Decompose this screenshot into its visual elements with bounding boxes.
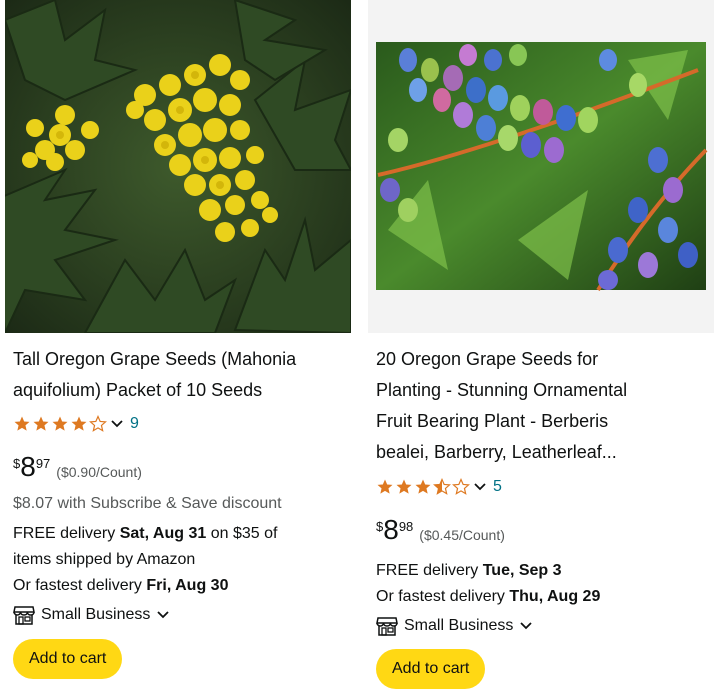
chevron-down-icon[interactable] — [473, 480, 487, 494]
star-empty-icon — [89, 415, 107, 432]
price-currency: $ — [376, 519, 384, 534]
unit-price: ($0.45/Count) — [419, 527, 505, 543]
delivery-line: FREE delivery Sat, Aug 31 on $35 of — [13, 522, 277, 546]
price-fraction: 97 — [35, 456, 51, 471]
delivery-line: items shipped by Amazon — [13, 548, 195, 572]
small-business-badge[interactable]: Small Business — [376, 616, 533, 636]
chevron-down-icon[interactable] — [519, 619, 533, 633]
title-line[interactable]: bealei, Barberry, Leatherleaf... — [376, 437, 706, 468]
rating-row[interactable]: 9 — [13, 413, 139, 435]
price-fraction: 98 — [398, 519, 414, 534]
star-full-icon — [14, 416, 30, 431]
price-currency: $ — [13, 456, 21, 471]
chevron-down-icon[interactable] — [110, 417, 124, 431]
price-whole: 8 — [383, 514, 399, 545]
product-image-2[interactable] — [368, 0, 714, 333]
review-count-link[interactable]: 9 — [130, 415, 139, 433]
delivery-text: Or fastest delivery — [376, 588, 510, 605]
delivery-text: Or fastest delivery — [13, 577, 147, 594]
star-full-icon — [377, 479, 393, 494]
delivery-date: Tue, Sep 3 — [482, 562, 562, 579]
chevron-down-icon[interactable] — [156, 608, 170, 622]
fastest-delivery-line: Or fastest delivery Fri, Aug 30 — [13, 574, 228, 598]
delivery-line: FREE delivery Tue, Sep 3 — [376, 559, 562, 583]
title-line[interactable]: 20 Oregon Grape Seeds for — [376, 344, 706, 375]
subscribe-save-text: $8.07 with Subscribe & Save discount — [13, 495, 282, 512]
badge-label: Small Business — [404, 617, 514, 634]
star-full-icon — [71, 416, 87, 431]
product-title-2[interactable]: 20 Oregon Grape Seeds for Planting - Stu… — [376, 344, 706, 468]
delivery-text: FREE delivery — [13, 525, 120, 542]
delivery-text: on $35 of — [206, 525, 278, 542]
add-to-cart-button[interactable]: Add to cart — [376, 649, 486, 689]
unit-price: ($0.90/Count) — [56, 464, 142, 480]
star-half-icon — [433, 478, 451, 495]
small-business-badge[interactable]: Small Business — [13, 605, 170, 625]
price[interactable]: $ 8 97 ($0.90/Count) — [13, 452, 142, 482]
rating-row[interactable]: 5 — [376, 476, 502, 498]
price-whole: 8 — [20, 451, 36, 482]
star-full-icon — [52, 416, 68, 431]
star-rating[interactable] — [376, 478, 471, 496]
star-full-icon — [415, 479, 431, 494]
price[interactable]: $ 8 98 ($0.45/Count) — [376, 515, 505, 545]
storefront-icon — [376, 617, 398, 636]
title-line[interactable]: Planting - Stunning Ornamental — [376, 375, 706, 406]
star-full-icon — [33, 416, 49, 431]
delivery-date: Fri, Aug 30 — [146, 577, 229, 594]
review-count-link[interactable]: 5 — [493, 478, 502, 496]
delivery-text: items shipped by Amazon — [13, 551, 196, 568]
star-full-icon — [396, 479, 412, 494]
add-to-cart-button[interactable]: Add to cart — [13, 639, 123, 679]
delivery-date: Thu, Aug 29 — [509, 588, 601, 605]
product-image-1[interactable] — [5, 0, 351, 333]
storefront-icon — [13, 606, 35, 625]
title-line[interactable]: Fruit Bearing Plant - Berberis — [376, 406, 706, 437]
star-rating[interactable] — [13, 415, 108, 433]
star-empty-icon — [452, 478, 470, 495]
delivery-text: FREE delivery — [376, 562, 483, 579]
product-title-1[interactable]: Tall Oregon Grape Seeds (Mahonia aquifol… — [13, 344, 343, 406]
badge-label: Small Business — [41, 606, 151, 623]
title-line[interactable]: aquifolium) Packet of 10 Seeds — [13, 375, 343, 406]
title-line[interactable]: Tall Oregon Grape Seeds (Mahonia — [13, 344, 343, 375]
delivery-date: Sat, Aug 31 — [119, 525, 207, 542]
fastest-delivery-line: Or fastest delivery Thu, Aug 29 — [376, 585, 600, 609]
